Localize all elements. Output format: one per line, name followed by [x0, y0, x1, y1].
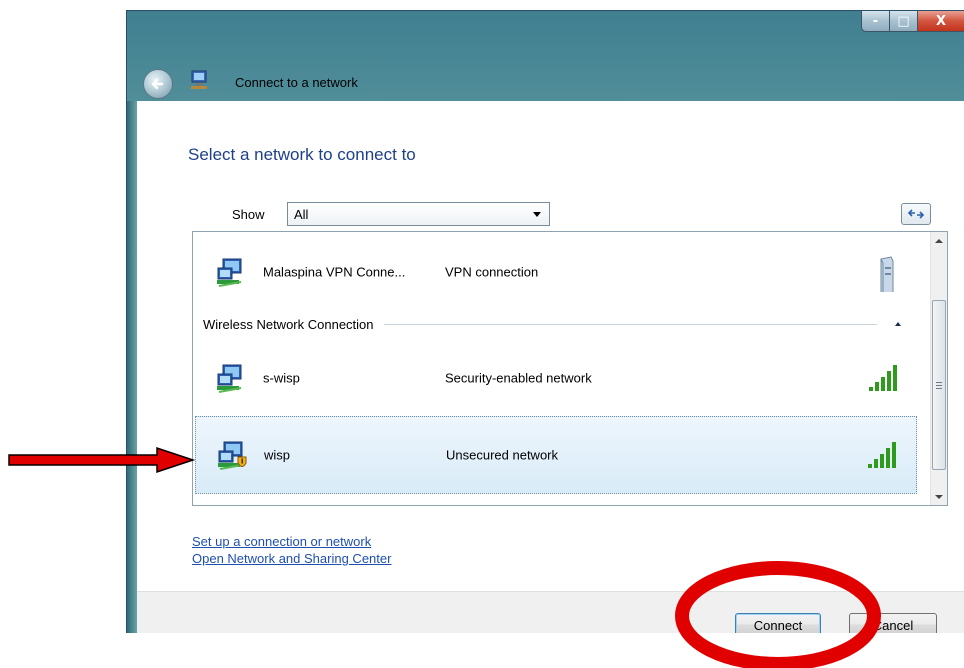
- network-computer-icon: [217, 258, 242, 287]
- network-row-vpn[interactable]: Malaspina VPN Conne... VPN connection: [201, 234, 913, 310]
- network-row-wisp[interactable]: wisp Unsecured network: [195, 416, 917, 494]
- connect-to-network-window: - □ X Connect to a network Select a netw…: [126, 10, 964, 633]
- maximize-button[interactable]: □: [890, 11, 918, 32]
- window-controls: - □ X: [861, 11, 964, 32]
- network-type: Security-enabled network: [445, 370, 592, 386]
- back-button[interactable]: [143, 69, 173, 99]
- network-computer-icon: [217, 364, 242, 393]
- divider: [383, 323, 877, 325]
- network-computer-icon: [218, 441, 247, 470]
- chevron-up-icon[interactable]: [893, 319, 903, 329]
- show-label: Show: [232, 207, 265, 222]
- list-scrollbar[interactable]: [930, 232, 947, 505]
- close-button[interactable]: X: [918, 11, 964, 32]
- dialog-content: Select a network to connect to Show All: [137, 101, 964, 633]
- show-filter-value: All: [294, 206, 309, 222]
- scroll-thumb[interactable]: [932, 300, 946, 470]
- task-links: Set up a connection or network Open Netw…: [192, 533, 391, 567]
- signal-strength-icon: [869, 365, 897, 391]
- chevron-down-icon: [935, 494, 943, 499]
- group-header-wireless[interactable]: Wireless Network Connection: [203, 314, 903, 334]
- network-row-s-wisp[interactable]: s-wisp Security-enabled network: [201, 340, 913, 416]
- window-title: Connect to a network: [235, 75, 358, 90]
- refresh-icon: [907, 209, 925, 219]
- grip-icon: [936, 381, 942, 389]
- annotation-circle-icon: [675, 561, 881, 668]
- network-name: Malaspina VPN Conne...: [263, 264, 406, 280]
- network-type: Unsecured network: [446, 447, 558, 463]
- scroll-down-button[interactable]: [931, 488, 947, 505]
- scroll-up-button[interactable]: [931, 232, 947, 249]
- signal-strength-icon: [868, 442, 896, 468]
- network-name: s-wisp: [263, 370, 300, 386]
- network-sharing-center-link[interactable]: Open Network and Sharing Center: [192, 550, 391, 567]
- network-type: VPN connection: [445, 264, 539, 280]
- minimize-button[interactable]: -: [861, 11, 890, 32]
- refresh-button[interactable]: [901, 203, 931, 225]
- show-filter-dropdown[interactable]: All: [287, 202, 550, 226]
- maximize-icon: □: [897, 13, 910, 29]
- minimize-icon: -: [872, 13, 879, 29]
- network-name: wisp: [264, 447, 291, 463]
- network-computer-icon: [191, 70, 207, 89]
- annotation-arrow-icon: [8, 446, 196, 474]
- close-icon: X: [935, 13, 947, 29]
- back-arrow-icon: [151, 78, 164, 90]
- chevron-up-icon: [935, 238, 943, 243]
- setup-connection-link[interactable]: Set up a connection or network: [192, 533, 391, 550]
- chevron-down-icon: [533, 211, 541, 217]
- group-label: Wireless Network Connection: [203, 316, 374, 332]
- window-frame-left: [127, 101, 137, 633]
- server-icon: [880, 256, 894, 292]
- title-bar: - □ X Connect to a network: [127, 11, 964, 101]
- page-title: Select a network to connect to: [188, 145, 416, 164]
- network-list[interactable]: Malaspina VPN Conne... VPN connection Wi…: [192, 231, 948, 506]
